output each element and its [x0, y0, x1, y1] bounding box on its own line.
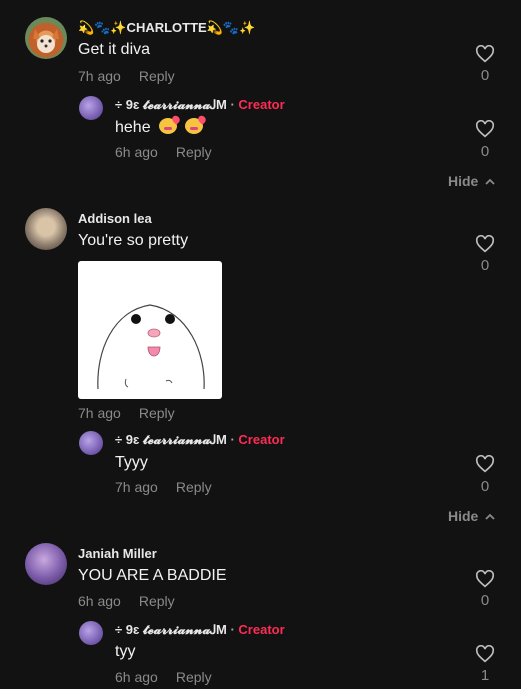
- reply-meta: 7h ago Reply: [115, 479, 212, 495]
- smiling-face-with-hearts-emoji: [184, 118, 203, 134]
- heart-icon[interactable]: [475, 455, 495, 473]
- heart-icon[interactable]: [475, 570, 495, 588]
- comment-username[interactable]: Addison lea: [78, 211, 152, 226]
- reply-username-row: ÷ 9ɛ 𝓽𝓮𝓪𝓻𝓻𝓲𝓪𝓷𝓷𝓪ᎫM · Creator: [115, 622, 285, 638]
- reply-username[interactable]: ÷ 9ɛ 𝓽𝓮𝓪𝓻𝓻𝓲𝓪𝓷𝓷𝓪ᎫM: [115, 432, 227, 447]
- creator-badge: Creator: [238, 432, 285, 447]
- like-count: 0: [480, 592, 490, 609]
- hide-label: Hide: [448, 508, 479, 524]
- avatar[interactable]: [25, 543, 67, 585]
- comment-meta: 7h ago Reply: [78, 68, 175, 84]
- fox-avatar-image: [33, 29, 59, 53]
- reply-meta: 6h ago Reply: [115, 669, 212, 685]
- hamster-sticker-image[interactable]: [78, 261, 222, 399]
- hide-label: Hide: [448, 173, 479, 189]
- like-count: 0: [480, 67, 490, 84]
- heart-icon[interactable]: [475, 645, 495, 663]
- separator-dot: ·: [230, 97, 235, 112]
- comment-time: 6h ago: [78, 593, 121, 609]
- creator-badge: Creator: [238, 622, 285, 637]
- reply-meta: 6h ago Reply: [115, 144, 212, 160]
- reply-button[interactable]: Reply: [176, 669, 212, 685]
- reply-button[interactable]: Reply: [139, 405, 175, 421]
- comment-text: YOU ARE A BADDIE: [78, 567, 227, 584]
- avatar[interactable]: [25, 208, 67, 250]
- smiling-face-with-hearts-emoji: [159, 118, 178, 134]
- hamster-sticker-drawing: [97, 304, 205, 390]
- reply-text: hehe: [115, 119, 151, 136]
- separator-dot: ·: [230, 622, 235, 637]
- reply-username-row: ÷ 9ɛ 𝓽𝓮𝓪𝓻𝓻𝓲𝓪𝓷𝓷𝓪ᎫM · Creator: [115, 97, 285, 113]
- heart-icon[interactable]: [475, 120, 495, 138]
- heart-icon[interactable]: [475, 45, 495, 63]
- avatar[interactable]: [25, 17, 67, 59]
- creator-avatar[interactable]: [79, 96, 103, 120]
- heart-icon[interactable]: [475, 235, 495, 253]
- separator-dot: ·: [230, 432, 235, 447]
- reply-time: 6h ago: [115, 144, 158, 160]
- reply-text-row: hehe: [115, 118, 203, 137]
- reply-username[interactable]: ÷ 9ɛ 𝓽𝓮𝓪𝓻𝓻𝓲𝓪𝓷𝓷𝓪ᎫM: [115, 622, 227, 637]
- reply-username-row: ÷ 9ɛ 𝓽𝓮𝓪𝓻𝓻𝓲𝓪𝓷𝓷𝓪ᎫM · Creator: [115, 432, 285, 448]
- creator-avatar[interactable]: [79, 431, 103, 455]
- like-count: 0: [480, 143, 490, 160]
- comment-meta: 7h ago Reply: [78, 405, 175, 421]
- comment-username[interactable]: Janiah Miller: [78, 546, 157, 561]
- reply-button[interactable]: Reply: [176, 479, 212, 495]
- hide-replies-button[interactable]: Hide: [448, 508, 496, 524]
- reply-button[interactable]: Reply: [139, 593, 175, 609]
- chevron-up-icon: [485, 513, 495, 520]
- reply-time: 6h ago: [115, 669, 158, 685]
- comment-meta: 6h ago Reply: [78, 593, 175, 609]
- chevron-up-icon: [485, 178, 495, 185]
- reply-button[interactable]: Reply: [139, 68, 175, 84]
- comment-text: You're so pretty: [78, 232, 189, 249]
- like-count: 0: [480, 257, 490, 274]
- reply-username[interactable]: ÷ 9ɛ 𝓽𝓮𝓪𝓻𝓻𝓲𝓪𝓷𝓷𝓪ᎫM: [115, 97, 227, 112]
- reply-text: Tyyy: [115, 454, 148, 471]
- like-count: 0: [480, 478, 490, 495]
- comment-time: 7h ago: [78, 68, 121, 84]
- comment-text: Get it diva: [78, 41, 151, 58]
- creator-avatar[interactable]: [79, 621, 103, 645]
- hide-replies-button[interactable]: Hide: [448, 173, 496, 189]
- like-count: 1: [480, 667, 490, 684]
- reply-time: 7h ago: [115, 479, 158, 495]
- comment-username[interactable]: 💫🐾✨CHARLOTTE💫🐾✨: [78, 20, 255, 36]
- comment-time: 7h ago: [78, 405, 121, 421]
- reply-text: tyy: [115, 643, 136, 660]
- reply-button[interactable]: Reply: [176, 144, 212, 160]
- creator-badge: Creator: [238, 97, 285, 112]
